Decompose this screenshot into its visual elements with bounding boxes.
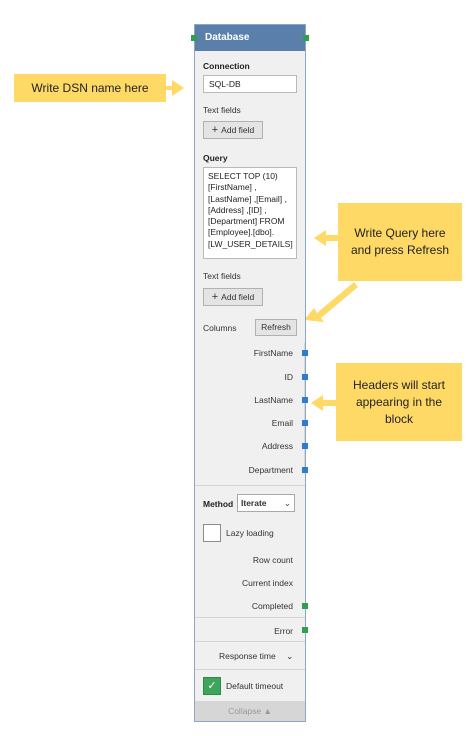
headers-arrow-head-icon xyxy=(311,395,337,411)
refresh-arrow-icon xyxy=(304,282,358,322)
dsn-callout-text: Write DSN name here xyxy=(31,80,149,95)
response-divider xyxy=(195,641,305,642)
chevron-up-icon: ▲ xyxy=(263,706,272,716)
add-field-label: Add field xyxy=(221,125,255,135)
column-email: Email xyxy=(271,418,293,428)
database-block[interactable]: Database Connection SQL-DB Text fields +… xyxy=(191,24,309,722)
columns-label: Columns xyxy=(203,323,237,333)
add-field-button[interactable]: + Add field xyxy=(203,121,263,139)
column-department: Department xyxy=(248,465,293,475)
plus-icon: + xyxy=(211,124,219,136)
input-port[interactable] xyxy=(191,35,197,41)
connection-input[interactable]: SQL-DB xyxy=(203,75,297,93)
check-icon: ✓ xyxy=(207,680,217,692)
plus-icon: + xyxy=(211,291,219,303)
column-firstname: FirstName xyxy=(253,348,293,358)
error-divider xyxy=(195,617,305,618)
dsn-arrow-head-icon xyxy=(172,80,184,96)
column-port-firstname[interactable] xyxy=(302,350,308,356)
output-port[interactable] xyxy=(303,35,309,41)
query-callout-text: Write Query here and press Refresh xyxy=(350,226,450,257)
connection-label: Connection xyxy=(203,61,250,71)
column-port-email[interactable] xyxy=(302,420,308,426)
timeout-divider xyxy=(195,669,305,670)
method-select[interactable]: Iterate ⌄ xyxy=(237,494,295,512)
column-id: ID xyxy=(284,372,294,382)
lazy-loading-label: Lazy loading xyxy=(226,528,274,538)
current-index-label: Current index xyxy=(241,578,293,588)
method-label: Method xyxy=(203,499,234,509)
column-lastname: LastName xyxy=(254,395,293,405)
text-fields-label: Text fields xyxy=(203,105,241,115)
column-port-department[interactable] xyxy=(302,467,308,473)
response-time-toggle[interactable]: Response time ⌄ xyxy=(219,651,293,662)
error-port[interactable] xyxy=(302,627,308,633)
refresh-label: Refresh xyxy=(261,322,291,332)
chevron-down-icon: ⌄ xyxy=(283,498,291,508)
column-port-id[interactable] xyxy=(302,374,308,380)
collapse-button[interactable]: Collapse ▲ xyxy=(195,701,305,721)
completed-port[interactable] xyxy=(302,603,308,609)
method-divider xyxy=(195,485,305,486)
lazy-loading-checkbox[interactable] xyxy=(203,524,221,542)
dsn-callout: Write DSN name here xyxy=(14,74,166,102)
query-arrow-head-icon xyxy=(314,230,338,246)
default-timeout-checkbox[interactable]: ✓ xyxy=(203,677,221,695)
method-value: Iterate xyxy=(241,498,267,508)
completed-label: Completed xyxy=(251,601,293,611)
block-title: Database xyxy=(205,32,250,43)
column-address: Address xyxy=(261,441,293,451)
text-fields-label-2: Text fields xyxy=(203,271,241,281)
block-header[interactable]: Database xyxy=(195,25,305,51)
headers-callout: Headers will start appearing in the bloc… xyxy=(336,363,462,441)
add-field-label-2: Add field xyxy=(221,292,255,302)
collapse-label: Collapse xyxy=(228,706,262,716)
chevron-down-icon: ⌄ xyxy=(286,651,294,661)
default-timeout-label: Default timeout xyxy=(226,681,284,691)
column-port-lastname[interactable] xyxy=(302,397,308,403)
column-port-rail xyxy=(304,343,305,473)
column-port-address[interactable] xyxy=(302,443,308,449)
add-field-button-2[interactable]: + Add field xyxy=(203,288,263,306)
headers-callout-text: Headers will start appearing in the bloc… xyxy=(352,377,446,426)
query-label: Query xyxy=(203,153,228,163)
refresh-button[interactable]: Refresh xyxy=(255,319,297,336)
query-input[interactable]: SELECT TOP (10) [FirstName] , [LastName]… xyxy=(203,167,297,259)
response-time-label: Response time xyxy=(219,651,276,661)
row-count-label: Row count xyxy=(252,555,293,565)
query-callout: Write Query here and press Refresh xyxy=(338,203,462,281)
error-label: Error xyxy=(274,626,293,636)
